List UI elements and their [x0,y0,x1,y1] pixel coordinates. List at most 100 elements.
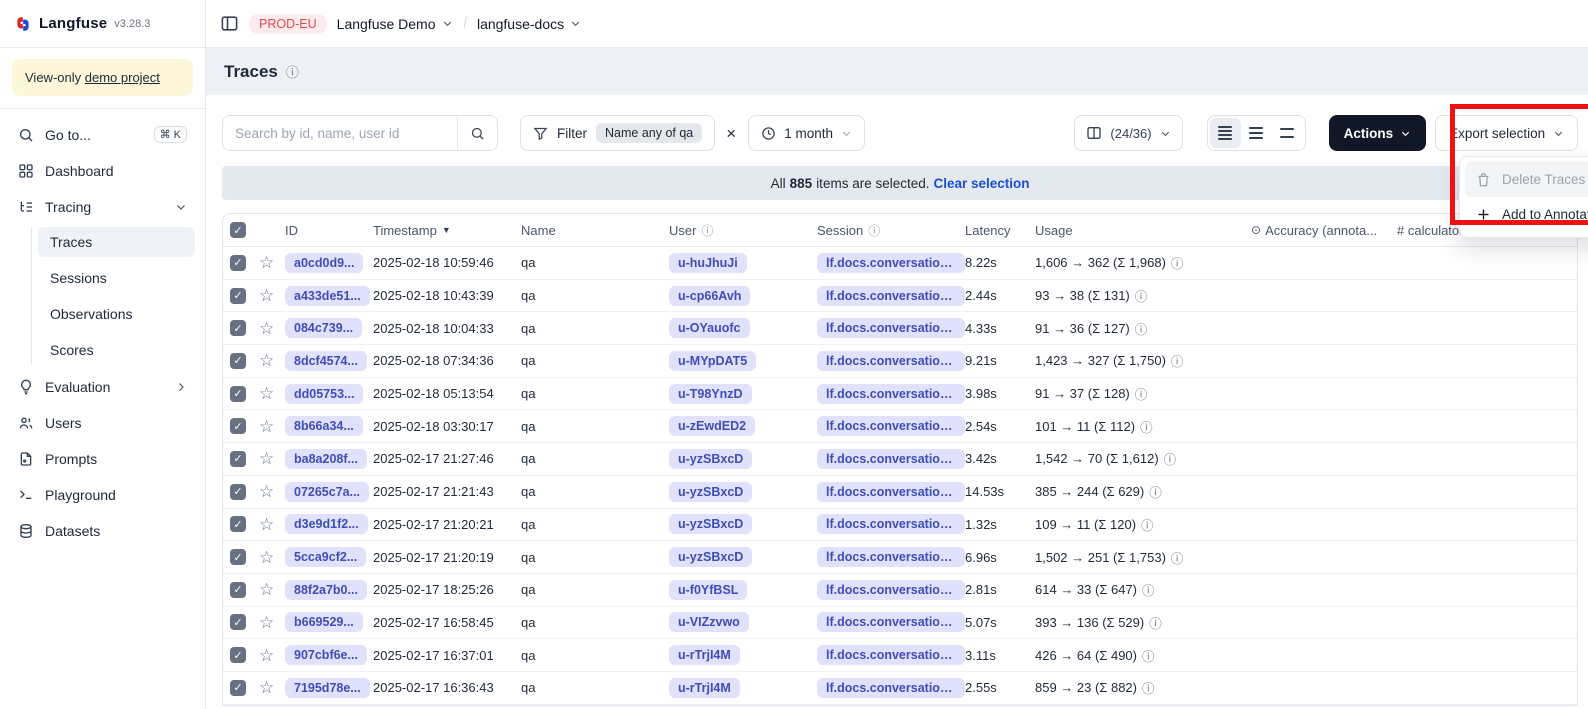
row-checkbox[interactable]: ✓ [230,320,246,336]
sidebar-item-tracing[interactable]: Tracing [10,191,195,222]
user-badge[interactable]: u-T98YnzD [669,384,752,404]
bookmark-star-icon[interactable]: ☆ [259,516,274,533]
user-badge[interactable]: u-rTrjI4M [669,645,740,665]
table-row[interactable]: ✓ ☆ a433de51... 2025-02-18 10:43:39 qa u… [223,280,1577,313]
session-badge[interactable]: lf.docs.conversation... [817,449,965,469]
row-height-small-button[interactable] [1210,118,1241,148]
trace-id-badge[interactable]: dd05753... [285,384,363,404]
session-badge[interactable]: lf.docs.conversation... [817,351,965,371]
sidebar-toggle-icon[interactable] [220,14,239,33]
sidebar-item-traces[interactable]: Traces [38,227,195,257]
user-badge[interactable]: u-f0YfBSL [669,580,747,600]
bookmark-star-icon[interactable]: ☆ [259,647,274,664]
select-all-checkbox[interactable]: ✓ [230,222,246,238]
session-badge[interactable]: lf.docs.conversation... [817,416,965,436]
project-switcher[interactable]: langfuse-docs [477,16,581,32]
bookmark-star-icon[interactable]: ☆ [259,483,274,500]
search-input[interactable] [223,126,457,141]
table-row[interactable]: ✓ ☆ d3e9d1f2... 2025-02-17 21:20:21 qa u… [223,509,1577,542]
column-header-name[interactable]: Name [521,223,669,238]
sidebar-item-observations[interactable]: Observations [38,299,195,329]
demo-project-link[interactable]: demo project [85,70,160,85]
bookmark-star-icon[interactable]: ☆ [259,254,274,271]
search-icon[interactable] [457,116,497,150]
clear-selection-link[interactable]: Clear selection [934,176,1030,191]
trace-id-badge[interactable]: d3e9d1f2... [285,514,368,534]
sidebar-item-dashboard[interactable]: Dashboard [10,155,195,186]
trace-id-badge[interactable]: ba8a208f... [285,449,367,469]
table-row[interactable]: ✓ ☆ 88f2a7b0... 2025-02-17 18:25:26 qa u… [223,574,1577,607]
sidebar-item-evaluation[interactable]: Evaluation [10,371,195,402]
table-row[interactable]: ✓ ☆ 8b66a34... 2025-02-18 03:30:17 qa u-… [223,410,1577,443]
trace-id-badge[interactable]: 8dcf4574... [285,351,367,371]
trace-id-badge[interactable]: 07265c7a... [285,482,369,502]
column-header-accuracy[interactable]: ⊙ Accuracy (annota... [1251,223,1397,238]
bookmark-star-icon[interactable]: ☆ [259,418,274,435]
org-switcher[interactable]: Langfuse Demo [337,16,453,32]
user-badge[interactable]: u-yzSBxcD [669,482,752,502]
column-header-usage[interactable]: Usage [1035,223,1251,238]
row-checkbox[interactable]: ✓ [230,680,246,696]
row-checkbox[interactable]: ✓ [230,549,246,565]
row-checkbox[interactable]: ✓ [230,386,246,402]
row-height-medium-button[interactable] [1241,118,1272,148]
user-badge[interactable]: u-rTrjI4M [669,678,740,698]
sidebar-item-users[interactable]: Users [10,407,195,438]
table-row[interactable]: ✓ ☆ ba8a208f... 2025-02-17 21:27:46 qa u… [223,443,1577,476]
row-checkbox[interactable]: ✓ [230,516,246,532]
session-badge[interactable]: lf.docs.conversation... [817,384,965,404]
sidebar-item-playground[interactable]: Playground [10,479,195,510]
session-badge[interactable]: lf.docs.conversation... [817,612,965,632]
column-header-user[interactable]: User ⓘ [669,222,817,239]
trace-id-badge[interactable]: a433de51... [285,286,370,306]
trace-id-badge[interactable]: 5cca9cf2... [285,547,366,567]
bookmark-star-icon[interactable]: ☆ [259,385,274,402]
column-header-latency[interactable]: Latency [965,223,1035,238]
filter-button[interactable]: Filter Name any of qa [520,115,715,151]
table-row[interactable]: ✓ ☆ dd05753... 2025-02-18 05:13:54 qa u-… [223,378,1577,411]
trace-id-badge[interactable]: a0cd0d9... [285,253,363,273]
column-visibility-button[interactable]: (24/36) [1074,115,1182,151]
session-badge[interactable]: lf.docs.conversation... [817,286,965,306]
bookmark-star-icon[interactable]: ☆ [259,320,274,337]
trace-id-badge[interactable]: b669529... [285,612,363,632]
row-checkbox[interactable]: ✓ [230,418,246,434]
session-badge[interactable]: lf.docs.conversation... [817,580,965,600]
sidebar-item-sessions[interactable]: Sessions [38,263,195,293]
row-checkbox[interactable]: ✓ [230,647,246,663]
table-row[interactable]: ✓ ☆ 07265c7a... 2025-02-17 21:21:43 qa u… [223,476,1577,509]
session-badge[interactable]: lf.docs.conversation... [817,253,965,273]
export-selection-button[interactable]: Export selection [1435,115,1578,151]
row-checkbox[interactable]: ✓ [230,614,246,630]
sidebar-item-scores[interactable]: Scores [38,335,195,365]
user-badge[interactable]: u-cp66Avh [669,286,750,306]
row-height-large-button[interactable] [1272,118,1303,148]
column-header-session[interactable]: Session ⓘ [817,222,965,239]
session-badge[interactable]: lf.docs.conversation... [817,482,965,502]
sidebar-item-prompts[interactable]: Prompts [10,443,195,474]
row-checkbox[interactable]: ✓ [230,353,246,369]
session-badge[interactable]: lf.docs.conversation... [817,645,965,665]
user-badge[interactable]: u-MYpDAT5 [669,351,756,371]
time-range-button[interactable]: 1 month [748,115,865,151]
bookmark-star-icon[interactable]: ☆ [259,614,274,631]
trace-id-badge[interactable]: 907cbf6e... [285,645,367,665]
user-badge[interactable]: u-yzSBxcD [669,449,752,469]
column-header-timestamp[interactable]: Timestamp ▼ [373,223,521,238]
clear-filter-icon[interactable]: × [726,125,736,142]
actions-button[interactable]: Actions [1329,115,1427,151]
trace-id-badge[interactable]: 7195d78e... [285,678,370,698]
user-badge[interactable]: u-yzSBxcD [669,547,752,567]
row-checkbox[interactable]: ✓ [230,582,246,598]
row-checkbox[interactable]: ✓ [230,451,246,467]
table-row[interactable]: ✓ ☆ b669529... 2025-02-17 16:58:45 qa u-… [223,607,1577,640]
menu-item-delete-traces[interactable]: Delete Traces [1465,162,1588,197]
goto-search[interactable]: Go to... ⌘ K [10,119,195,150]
bookmark-star-icon[interactable]: ☆ [259,549,274,566]
session-badge[interactable]: lf.docs.conversation... [817,514,965,534]
session-badge[interactable]: lf.docs.conversation... [817,678,965,698]
table-row[interactable]: ✓ ☆ 7195d78e... 2025-02-17 16:36:43 qa u… [223,672,1577,705]
session-badge[interactable]: lf.docs.conversation... [817,547,965,567]
bookmark-star-icon[interactable]: ☆ [259,581,274,598]
trace-id-badge[interactable]: 084c739... [285,318,362,338]
